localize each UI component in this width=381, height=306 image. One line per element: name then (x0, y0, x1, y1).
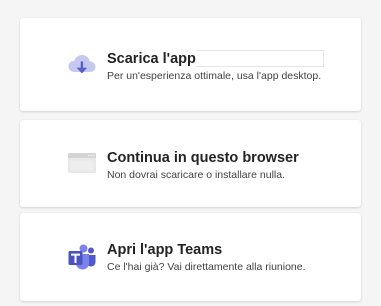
download-app-subtitle: Per un'esperienza ottimale, usa l'app de… (107, 70, 322, 82)
continue-browser-subtitle: Non dovrai scaricare o installare nulla. (107, 169, 286, 181)
open-teams-app-text: Apri l'app Teams Ce l'hai già? Vai diret… (107, 241, 351, 274)
continue-browser-option[interactable]: Continua in questo browser Non dovrai sc… (20, 120, 361, 207)
open-teams-app-option[interactable]: Apri l'app Teams Ce l'hai già? Vai diret… (20, 213, 361, 301)
download-app-title: Scarica l'app (107, 50, 351, 68)
teams-logo-icon (66, 241, 98, 273)
continue-browser-title: Continua in questo browser (107, 150, 299, 166)
join-options-page: Scarica l'app Per un'esperienza ottimale… (0, 0, 381, 306)
open-teams-app-subtitle: Ce l'hai già? Vai direttamente alla riun… (107, 261, 306, 273)
continue-browser-text: Continua in questo browser Non dovrai sc… (107, 149, 351, 182)
browser-window-icon (66, 147, 98, 179)
download-app-text: Scarica l'app Per un'esperienza ottimale… (107, 50, 351, 83)
cloud-download-icon (66, 49, 98, 81)
open-teams-app-title: Apri l'app Teams (107, 242, 223, 258)
title-highlight-box (195, 50, 324, 67)
download-app-option[interactable]: Scarica l'app Per un'esperienza ottimale… (20, 18, 361, 111)
